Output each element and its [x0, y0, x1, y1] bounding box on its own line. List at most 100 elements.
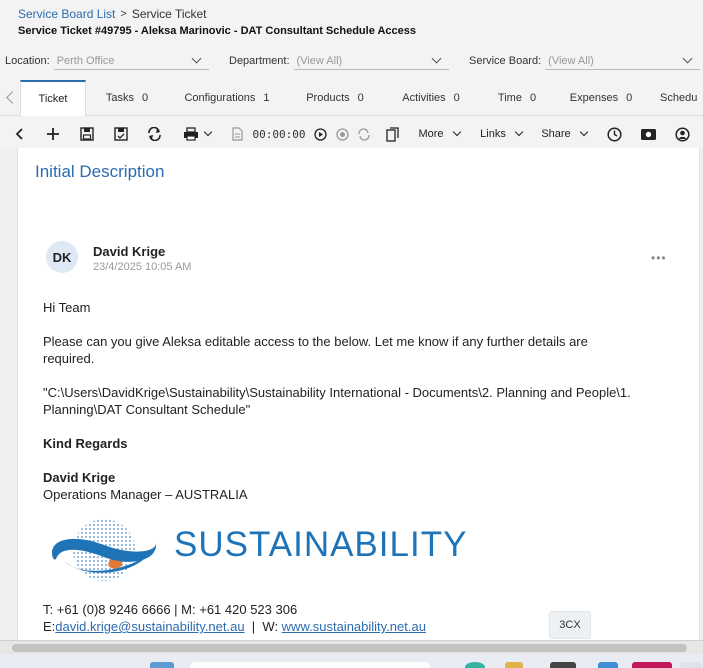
taskbar-folder-icon[interactable]: [505, 662, 523, 668]
links-menu-button[interactable]: Links: [478, 124, 524, 144]
tab-ticket[interactable]: Ticket: [20, 80, 86, 116]
chevron-down-icon: [203, 127, 213, 137]
tab-count: 0: [626, 92, 633, 104]
taskbar-app-icon[interactable]: [632, 662, 672, 668]
service-board-filter: Service Board: (View All): [469, 52, 701, 70]
note-path-line2: Planning\DAT Consultant Schedule": [43, 402, 251, 417]
taskbar-app-icon[interactable]: [550, 662, 576, 668]
service-board-select[interactable]: (View All): [545, 52, 701, 70]
taskbar-search-box[interactable]: [190, 662, 430, 668]
note-sign-off: Kind Regards: [43, 436, 128, 451]
location-select[interactable]: Perth Office: [53, 52, 209, 70]
note-timestamp: 23/4/2025 10:05 AM: [93, 261, 192, 273]
note-para1-line1: Please can you give Aleksa editable acce…: [43, 334, 588, 349]
note-para1-line2: required.: [43, 351, 95, 366]
chevron-down-icon: [579, 127, 588, 137]
tab-schedule[interactable]: Schedu: [660, 80, 703, 116]
tab-tasks[interactable]: Tasks 0: [94, 80, 160, 116]
location-label: Location:: [5, 55, 50, 67]
department-select[interactable]: (View All): [293, 52, 449, 70]
timer-display: 00:00:00: [252, 127, 306, 141]
more-menu-button[interactable]: More: [416, 124, 462, 144]
department-label: Department:: [229, 55, 290, 67]
signature-phone: T: +61 (0)8 9246 6666 | M: +61 420 523 3…: [43, 602, 298, 617]
scrollbar-thumb[interactable]: [12, 644, 687, 652]
share-menu-button[interactable]: Share: [540, 124, 588, 144]
horizontal-scrollbar[interactable]: [0, 640, 703, 654]
reset-icon[interactable]: [356, 124, 372, 144]
more-label: More: [418, 128, 444, 140]
logo-wordmark: SUSTAINABILITY: [174, 525, 468, 564]
taskbar-app-icon[interactable]: [598, 662, 618, 668]
back-icon[interactable]: [12, 124, 28, 144]
email-prefix: E:: [43, 619, 56, 634]
service-board-value: (View All): [548, 54, 594, 67]
tab-configurations[interactable]: Configurations 1: [176, 80, 278, 116]
tab-count: 0: [529, 92, 537, 104]
chevron-down-icon: [452, 127, 461, 137]
breadcrumb-service-board-list[interactable]: Service Board List: [18, 7, 115, 21]
os-taskbar: [0, 654, 703, 668]
website-link[interactable]: www.sustainability.net.au: [282, 619, 426, 634]
avatar: DK: [46, 241, 78, 273]
time-entry-icon[interactable]: [230, 124, 244, 144]
section-title: Initial Description: [35, 162, 165, 181]
filter-bar: Location: Perth Office Department: (View…: [0, 52, 703, 72]
email-link[interactable]: david.krige@sustainability.net.au: [55, 619, 244, 634]
play-icon[interactable]: [312, 124, 328, 144]
chevron-down-icon: [682, 53, 693, 64]
save-and-close-icon[interactable]: [112, 124, 130, 144]
note-greeting: Hi Team: [43, 300, 91, 315]
windows-start-icon[interactable]: [150, 662, 174, 668]
share-label: Share: [541, 128, 571, 140]
signature-name: David Krige: [43, 470, 116, 485]
tab-label: Tasks: [105, 92, 134, 104]
ticket-toolbar: 00:00:00 More Links Share: [0, 120, 703, 148]
save-icon[interactable]: [78, 124, 96, 144]
signature-title: Operations Manager – AUSTRALIA: [43, 487, 248, 502]
tab-label: Schedu: [660, 92, 698, 104]
add-icon[interactable]: [44, 124, 62, 144]
tab-label: Expenses: [569, 92, 619, 104]
print-menu-button[interactable]: [179, 124, 215, 144]
chevron-down-icon: [431, 53, 441, 64]
page-title: Service Ticket #49795 - Aleksa Marinovic…: [18, 25, 416, 37]
stop-icon[interactable]: [334, 124, 350, 144]
print-icon: [183, 127, 199, 141]
tab-count: 0: [357, 92, 364, 104]
tab-label: Activities: [402, 92, 446, 104]
description-panel: Initial Description DK David Krige 23/4/…: [17, 148, 700, 640]
tab-bar: Ticket Tasks 0 Configurations 1 Products…: [0, 80, 703, 116]
chevron-right-icon: >: [120, 8, 127, 20]
3cx-widget-button[interactable]: 3CX: [549, 611, 591, 639]
tab-activities[interactable]: Activities 0: [394, 80, 468, 116]
chevron-down-icon: [191, 53, 202, 64]
service-board-label: Service Board:: [469, 55, 542, 67]
note-path-line1: "C:\Users\DavidKrige\Sustainability\Sust…: [43, 385, 631, 400]
taskbar-app-icon[interactable]: [680, 662, 702, 668]
tab-products[interactable]: Products 0: [298, 80, 372, 116]
tab-label: Ticket: [38, 93, 68, 105]
links-label: Links: [480, 128, 506, 140]
chevron-left-icon[interactable]: [4, 90, 14, 106]
signature-contact-line: E:david.krige@sustainability.net.au | W:…: [43, 618, 426, 635]
breadcrumb-current: Service Ticket: [131, 7, 207, 21]
taskbar-app-icon[interactable]: [465, 662, 485, 668]
tab-label: Configurations: [184, 92, 256, 104]
tab-count: 0: [142, 92, 149, 104]
user-icon[interactable]: [673, 124, 691, 144]
tab-expenses[interactable]: Expenses 0: [564, 80, 638, 116]
tab-label: Time: [497, 92, 522, 104]
location-value: Perth Office: [56, 54, 115, 67]
note-author: David Krige: [93, 244, 166, 259]
money-icon[interactable]: [638, 124, 658, 144]
web-prefix: | W:: [244, 619, 282, 634]
tab-count: 0: [453, 92, 460, 104]
copy-icon[interactable]: [384, 124, 400, 144]
globe-logo-icon: [52, 519, 157, 581]
refresh-icon[interactable]: [145, 124, 163, 144]
more-dots-icon[interactable]: •••: [651, 251, 667, 265]
department-value: (View All): [296, 54, 343, 67]
clock-icon[interactable]: [605, 124, 623, 144]
tab-time[interactable]: Time 0: [490, 80, 544, 116]
